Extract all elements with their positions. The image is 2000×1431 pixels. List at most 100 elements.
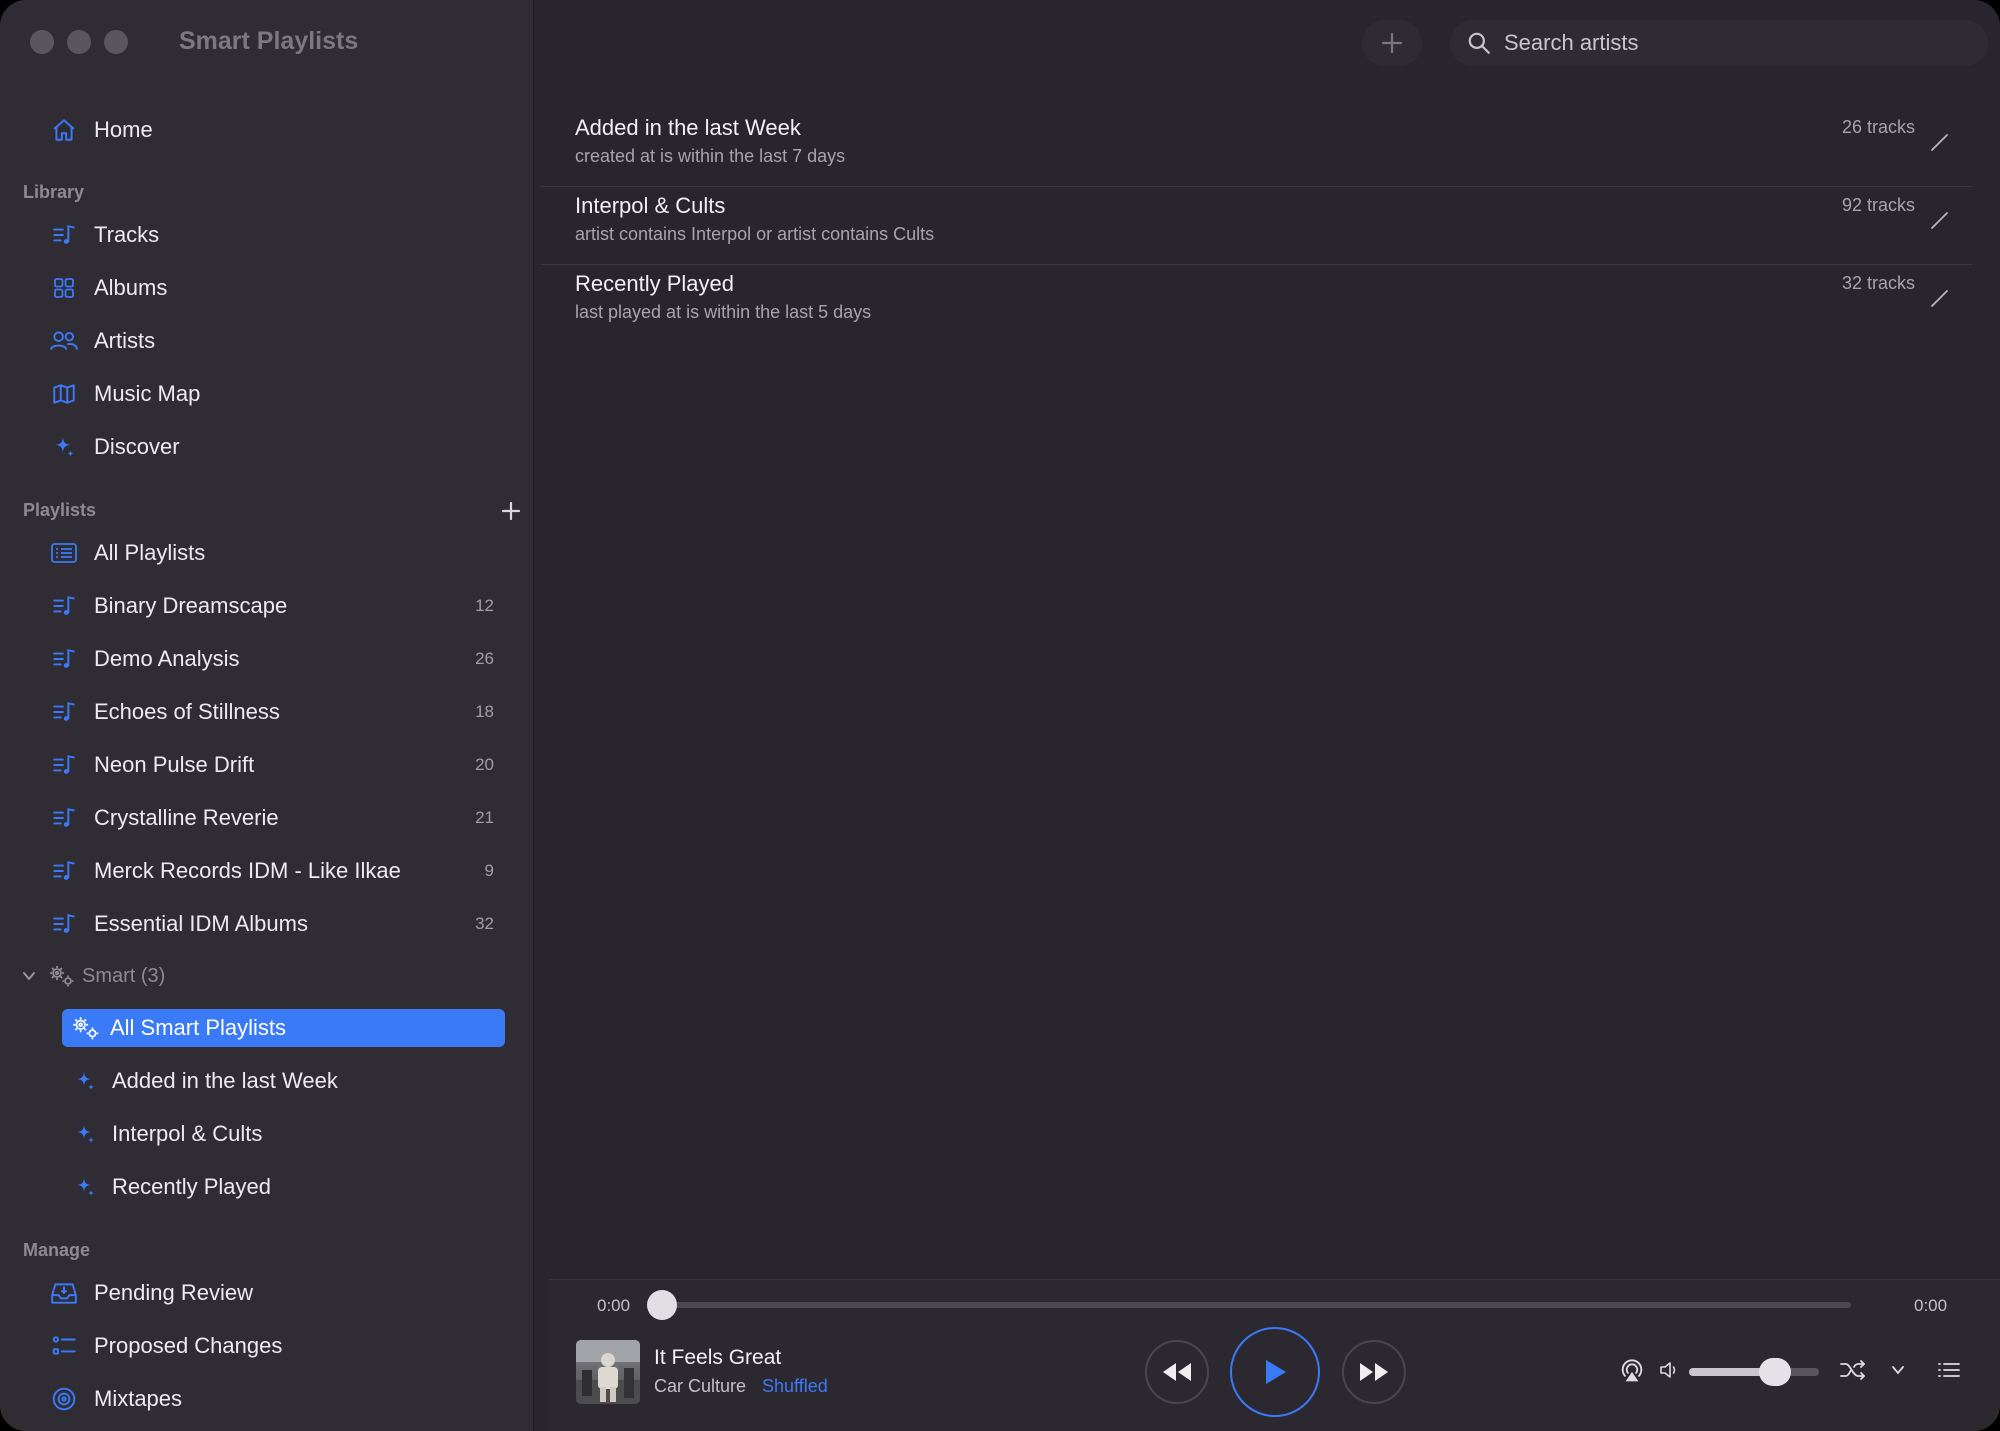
sidebar-item-smart-playlist[interactable]: Added in the last Week bbox=[68, 1060, 338, 1102]
window-controls bbox=[30, 30, 128, 54]
plus-icon bbox=[501, 501, 521, 521]
sidebar-item-playlist[interactable]: Demo Analysis 26 bbox=[44, 638, 504, 680]
albums-icon bbox=[44, 268, 84, 308]
app-window: Smart Playlists Home Library Tracks Albu… bbox=[0, 0, 2000, 1431]
smart-playlist-track-count: 32 tracks bbox=[1841, 273, 1915, 293]
now-playing-title[interactable]: It Feels Great bbox=[654, 1346, 781, 1370]
search-field[interactable] bbox=[1450, 20, 1988, 66]
smart-playlist-rule: last played at is within the last 5 days bbox=[575, 302, 872, 322]
sidebar-item-playlist[interactable]: Neon Pulse Drift 20 bbox=[44, 744, 504, 786]
volume-speaker[interactable] bbox=[1655, 1352, 1685, 1388]
shuffle-button[interactable] bbox=[1835, 1352, 1871, 1388]
sidebar-item-discover[interactable]: Discover bbox=[44, 426, 504, 468]
playlist-icon bbox=[44, 904, 84, 944]
play-button[interactable] bbox=[1230, 1327, 1320, 1417]
smart-playlist-row[interactable]: Recently Played last played at is within… bbox=[541, 264, 1972, 342]
chevron-down-icon bbox=[1892, 1366, 1904, 1375]
volume-slider[interactable] bbox=[1689, 1368, 1819, 1376]
playlist-count: 32 bbox=[475, 914, 494, 933]
sidebar-item-label: Added in the last Week bbox=[112, 1068, 338, 1093]
volume-slider-knob[interactable] bbox=[1758, 1358, 1791, 1386]
edit-pencil-icon[interactable] bbox=[1928, 130, 1952, 154]
sidebar-item-proposed-changes[interactable]: Proposed Changes bbox=[44, 1325, 504, 1367]
sparkle-icon bbox=[68, 1167, 102, 1207]
playlist-icon bbox=[44, 586, 84, 626]
sidebar-item-smart-playlist[interactable]: Recently Played bbox=[68, 1166, 271, 1208]
inbox-icon bbox=[44, 1273, 84, 1313]
sidebar-item-playlist[interactable]: Echoes of Stillness 18 bbox=[44, 691, 504, 733]
home-icon bbox=[44, 110, 84, 150]
playlist-icon bbox=[44, 798, 84, 838]
sparkle-icon bbox=[68, 1114, 102, 1154]
progress-bar[interactable] bbox=[661, 1302, 1851, 1308]
playlist-icon bbox=[44, 639, 84, 679]
edit-pencil-icon[interactable] bbox=[1928, 286, 1952, 310]
sidebar-item-label: All Smart Playlists bbox=[110, 1015, 287, 1040]
airplay-icon bbox=[1621, 1359, 1643, 1382]
sidebar-item-playlist[interactable]: Essential IDM Albums 32 bbox=[44, 903, 504, 945]
sidebar-item-pending-review[interactable]: Pending Review bbox=[44, 1272, 504, 1314]
sidebar-item-label: Recently Played bbox=[112, 1174, 271, 1199]
edit-pencil-icon[interactable] bbox=[1928, 208, 1952, 232]
sidebar-item-home[interactable]: Home bbox=[44, 109, 504, 151]
sidebar-item-albums[interactable]: Albums bbox=[44, 267, 504, 309]
gears-icon bbox=[48, 964, 76, 988]
elapsed-time: 0:00 bbox=[597, 1296, 631, 1315]
sidebar-item-playlist[interactable]: Merck Records IDM - Like Ilkae 9 bbox=[44, 850, 504, 892]
player-bar: 0:00 0:00 It Feels Great Car Culture Shu… bbox=[549, 1279, 2000, 1431]
shuffle-status: Shuffled bbox=[762, 1376, 828, 1396]
sidebar-item-label: Music Map bbox=[94, 381, 201, 406]
smart-playlist-rule: created at is within the last 7 days bbox=[575, 146, 846, 166]
previous-track-button[interactable] bbox=[1145, 1340, 1209, 1404]
sidebar-item-label: Proposed Changes bbox=[94, 1333, 283, 1358]
smart-playlist-row[interactable]: Interpol & Cults artist contains Interpo… bbox=[541, 186, 1972, 265]
minimize-window-button[interactable] bbox=[67, 30, 91, 54]
smart-playlists-group[interactable]: Smart (3) bbox=[20, 955, 165, 997]
play-icon bbox=[1266, 1360, 1286, 1384]
sidebar-item-artists[interactable]: Artists bbox=[44, 320, 504, 362]
sidebar-item-mixtapes[interactable]: Mixtapes bbox=[44, 1378, 504, 1420]
smart-playlist-name: Interpol & Cults bbox=[575, 193, 726, 218]
zoom-window-button[interactable] bbox=[104, 30, 128, 54]
playlist-count: 20 bbox=[475, 755, 494, 774]
sparkle-icon bbox=[44, 427, 84, 467]
sidebar-item-music-map[interactable]: Music Map bbox=[44, 373, 504, 415]
now-playing-artist[interactable]: Car Culture bbox=[654, 1376, 746, 1397]
progress-knob[interactable] bbox=[647, 1290, 677, 1320]
sidebar-item-label: Crystalline Reverie bbox=[94, 805, 279, 830]
sidebar-item-tracks[interactable]: Tracks bbox=[44, 214, 504, 256]
playlist-icon bbox=[44, 851, 84, 891]
playlist-count: 18 bbox=[475, 702, 494, 721]
sparkle-icon bbox=[68, 1061, 102, 1101]
sidebar-item-playlist[interactable]: Crystalline Reverie 21 bbox=[44, 797, 504, 839]
sidebar-item-label: Mixtapes bbox=[94, 1386, 183, 1411]
search-icon bbox=[1468, 32, 1490, 54]
sidebar-item-label: Essential IDM Albums bbox=[94, 911, 308, 936]
sidebar-item-playlist[interactable]: Binary Dreamscape 12 bbox=[44, 585, 504, 627]
smart-playlist-row[interactable]: Added in the last Week created at is wit… bbox=[541, 108, 1972, 187]
smart-playlist-name: Added in the last Week bbox=[575, 115, 801, 140]
speaker-icon bbox=[1660, 1362, 1676, 1378]
chevron-down-icon[interactable] bbox=[20, 967, 38, 985]
close-window-button[interactable] bbox=[30, 30, 54, 54]
sidebar-item-smart-playlist[interactable]: Interpol & Cults bbox=[68, 1113, 262, 1155]
plus-icon bbox=[1381, 32, 1403, 54]
add-playlist-button[interactable] bbox=[496, 496, 526, 526]
smart-playlist-rule: artist contains Interpol or artist conta… bbox=[575, 224, 935, 244]
playlist-count: 21 bbox=[475, 808, 494, 827]
next-track-button[interactable] bbox=[1342, 1340, 1406, 1404]
sidebar-item-label: Pending Review bbox=[94, 1280, 253, 1305]
queue-button[interactable] bbox=[1931, 1352, 1967, 1388]
more-options-button[interactable] bbox=[1885, 1352, 1911, 1388]
sidebar: Smart Playlists Home Library Tracks Albu… bbox=[0, 0, 534, 1431]
album-artwork[interactable] bbox=[576, 1340, 640, 1404]
sidebar-item-all-playlists[interactable]: All Playlists bbox=[44, 532, 504, 574]
sidebar-item-label: Neon Pulse Drift bbox=[94, 752, 255, 777]
search-input[interactable] bbox=[1502, 29, 1946, 57]
airplay-button[interactable] bbox=[1614, 1352, 1650, 1388]
new-smart-playlist-button[interactable] bbox=[1362, 20, 1422, 66]
sidebar-item-all-smart-playlists[interactable]: All Smart Playlists bbox=[62, 1009, 505, 1047]
sidebar-item-label: Discover bbox=[94, 434, 180, 459]
shuffle-icon bbox=[1840, 1360, 1865, 1380]
gears-icon bbox=[70, 1012, 102, 1044]
